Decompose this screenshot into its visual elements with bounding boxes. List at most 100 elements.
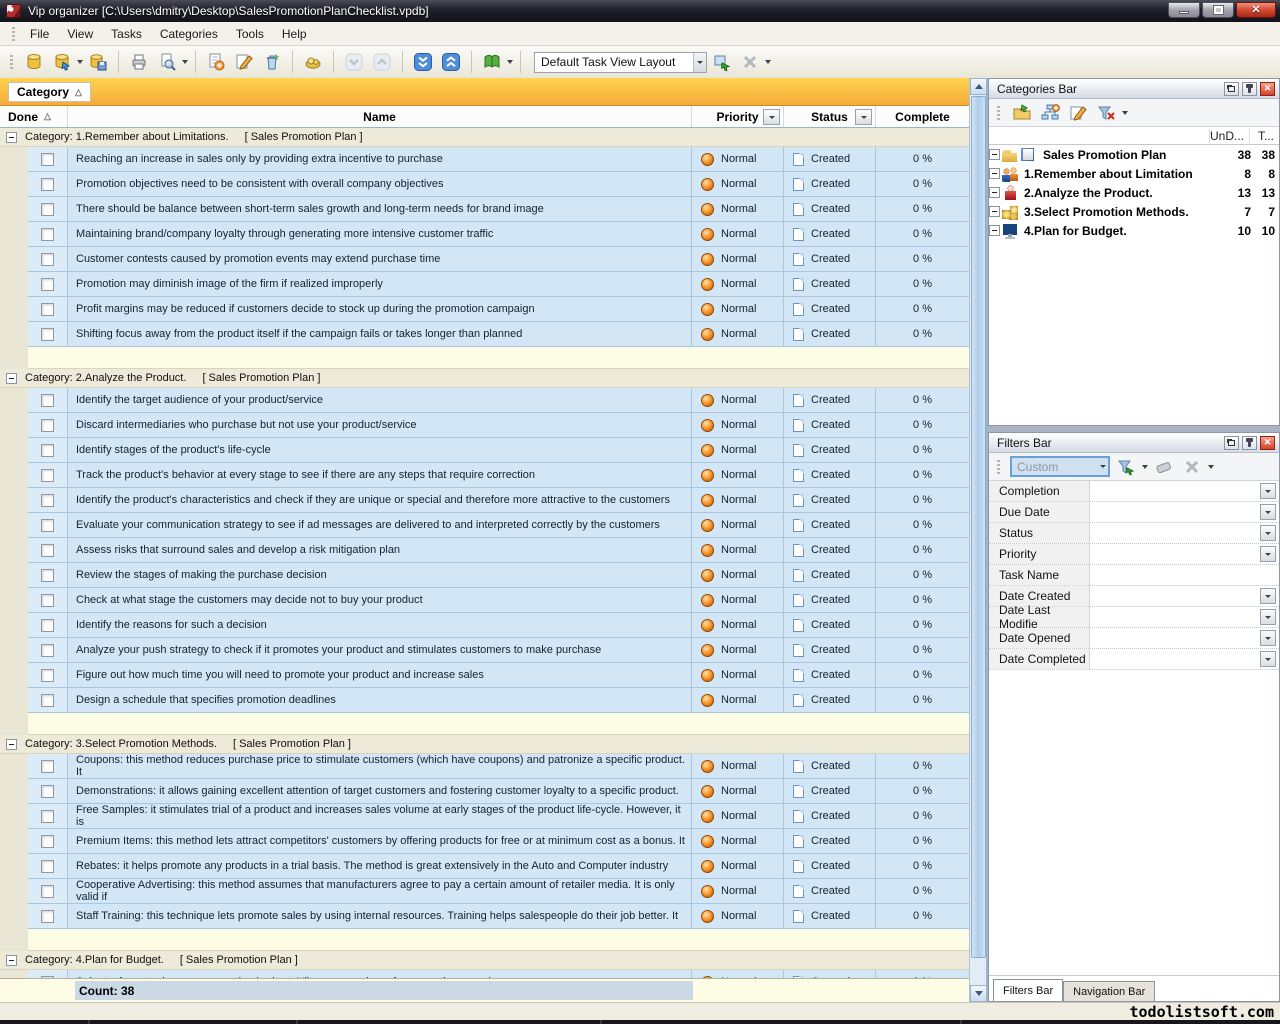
task-name-cell[interactable]: Discard intermediaries who purchase but … bbox=[68, 413, 692, 437]
task-row[interactable]: Assess risks that surround sales and dev… bbox=[28, 538, 969, 563]
task-checkbox[interactable] bbox=[41, 228, 54, 241]
filter-value-cell[interactable] bbox=[1090, 607, 1279, 627]
apply-layout-button[interactable] bbox=[709, 49, 735, 75]
task-checkbox[interactable] bbox=[41, 860, 54, 873]
move-down-button[interactable] bbox=[341, 49, 367, 75]
task-checkbox[interactable] bbox=[41, 810, 54, 823]
minimize-button[interactable] bbox=[1168, 2, 1200, 18]
task-checkbox[interactable] bbox=[41, 885, 54, 898]
task-name-cell[interactable]: Customer contests caused by promotion ev… bbox=[68, 247, 692, 271]
filter-value-cell[interactable] bbox=[1090, 565, 1279, 585]
new-subcategory-button[interactable] bbox=[1038, 102, 1062, 124]
task-row[interactable]: Maintaining brand/company loyalty throug… bbox=[28, 222, 969, 247]
filter-dropdown-button[interactable] bbox=[1260, 525, 1276, 541]
category-tree-row[interactable]: 4.Plan for Budget. 10 10 bbox=[989, 221, 1279, 240]
task-name-cell[interactable]: Promotion objectives need to be consiste… bbox=[68, 172, 692, 196]
category-group-header[interactable]: Category: 2.Analyze the Product. [ Sales… bbox=[0, 369, 969, 388]
column-header-status[interactable]: Status bbox=[784, 106, 876, 127]
task-name-cell[interactable]: Design a schedule that specifies promoti… bbox=[68, 688, 692, 712]
task-checkbox[interactable] bbox=[41, 444, 54, 457]
new-category-button[interactable] bbox=[1010, 102, 1034, 124]
filter-value-cell[interactable] bbox=[1090, 523, 1279, 543]
open-database-dropdown[interactable] bbox=[77, 60, 83, 64]
priority-filter-button[interactable] bbox=[763, 109, 780, 125]
task-checkbox[interactable] bbox=[41, 328, 54, 341]
scroll-up-button[interactable] bbox=[970, 78, 987, 95]
task-checkbox[interactable] bbox=[41, 303, 54, 316]
task-name-cell[interactable]: Identify the reasons for such a decision bbox=[68, 613, 692, 637]
collapse-expander-icon[interactable] bbox=[6, 132, 17, 143]
task-row[interactable]: Identify stages of the product's life-cy… bbox=[28, 438, 969, 463]
category-tree-row[interactable]: Sales Promotion Plan 38 38 bbox=[989, 145, 1279, 164]
category-group-header[interactable]: Category: 4.Plan for Budget. [ Sales Pro… bbox=[0, 951, 969, 970]
task-row[interactable]: Premium Items: this method lets attract … bbox=[28, 829, 969, 854]
task-name-cell[interactable]: Coupons: this method reduces purchase pr… bbox=[68, 754, 692, 778]
panel-tab[interactable]: Navigation Bar bbox=[1063, 981, 1155, 1001]
apply-filter-dropdown[interactable] bbox=[1142, 465, 1148, 469]
filter-dropdown-button[interactable] bbox=[1260, 630, 1276, 646]
task-checkbox[interactable] bbox=[41, 910, 54, 923]
panel-close-button[interactable]: ✕ bbox=[1260, 436, 1275, 450]
menu-item[interactable]: Tasks bbox=[102, 24, 151, 44]
task-row[interactable]: There should be balance between short-te… bbox=[28, 197, 969, 222]
column-header-priority[interactable]: Priority bbox=[692, 106, 784, 127]
task-name-cell[interactable]: Shifting focus away from the product its… bbox=[68, 322, 692, 346]
filter-dropdown-button[interactable] bbox=[1260, 483, 1276, 499]
scrollbar-thumb[interactable] bbox=[971, 96, 986, 958]
filter-dropdown-button[interactable] bbox=[1260, 546, 1276, 562]
group-by-category-button[interactable]: Category △ bbox=[8, 82, 91, 102]
print-button[interactable] bbox=[126, 49, 152, 75]
filters-toolbar-dropdown[interactable] bbox=[1208, 465, 1214, 469]
category-tree-row[interactable]: 2.Analyze the Product. 13 13 bbox=[989, 183, 1279, 202]
task-checkbox[interactable] bbox=[41, 519, 54, 532]
menu-item[interactable]: Categories bbox=[151, 24, 227, 44]
column-header-done[interactable]: Done △ bbox=[0, 106, 68, 127]
layout-combo[interactable]: Default Task View Layout bbox=[534, 52, 707, 73]
task-checkbox[interactable] bbox=[41, 835, 54, 848]
category-tree-row[interactable]: 1.Remember about Limitation 8 8 bbox=[989, 164, 1279, 183]
panel-pin-button[interactable] bbox=[1242, 436, 1257, 450]
task-name-cell[interactable]: Maintaining brand/company loyalty throug… bbox=[68, 222, 692, 246]
task-name-cell[interactable]: Evaluate your communication strategy to … bbox=[68, 513, 692, 537]
delete-category-button[interactable] bbox=[1094, 102, 1118, 124]
task-row[interactable]: Check at what stage the customers may de… bbox=[28, 588, 969, 613]
edit-category-button[interactable] bbox=[1066, 102, 1090, 124]
task-name-cell[interactable]: Track the product's behavior at every st… bbox=[68, 463, 692, 487]
filter-dropdown-button[interactable] bbox=[1260, 588, 1276, 604]
task-row[interactable]: Reaching an increase in sales only by pr… bbox=[28, 147, 969, 172]
task-checkbox[interactable] bbox=[41, 694, 54, 707]
open-database-button[interactable] bbox=[49, 49, 75, 75]
move-up-button[interactable] bbox=[369, 49, 395, 75]
panel-tab[interactable]: Filters Bar bbox=[993, 979, 1063, 1001]
task-row[interactable]: Review the stages of making the purchase… bbox=[28, 563, 969, 588]
collapse-all-button[interactable] bbox=[438, 49, 464, 75]
undone-column-header[interactable]: UnD... bbox=[1209, 129, 1249, 143]
task-checkbox[interactable] bbox=[41, 178, 54, 191]
task-row[interactable]: Track the product's behavior at every st… bbox=[28, 463, 969, 488]
task-checkbox[interactable] bbox=[41, 203, 54, 216]
task-row[interactable]: Shifting focus away from the product its… bbox=[28, 322, 969, 347]
task-row[interactable]: Identify the target audience of your pro… bbox=[28, 388, 969, 413]
tree-expander-icon[interactable] bbox=[989, 149, 1000, 160]
task-name-cell[interactable]: Staff Training: this technique lets prom… bbox=[68, 904, 692, 928]
task-name-cell[interactable]: Demonstrations: it allows gaining excell… bbox=[68, 779, 692, 803]
task-name-cell[interactable]: Check at what stage the customers may de… bbox=[68, 588, 692, 612]
task-row[interactable]: Customer contests caused by promotion ev… bbox=[28, 247, 969, 272]
task-name-cell[interactable]: Analyze your push strategy to check if i… bbox=[68, 638, 692, 662]
status-filter-button[interactable] bbox=[855, 109, 872, 125]
layout-combo-dropdown[interactable] bbox=[693, 53, 706, 72]
view-options-button[interactable] bbox=[479, 49, 505, 75]
task-row[interactable]: Free Samples: it stimulates trial of a p… bbox=[28, 804, 969, 829]
task-row[interactable]: Demonstrations: it allows gaining excell… bbox=[28, 779, 969, 804]
delete-task-button[interactable] bbox=[259, 49, 285, 75]
task-checkbox[interactable] bbox=[41, 594, 54, 607]
task-row[interactable]: Design a schedule that specifies promoti… bbox=[28, 688, 969, 713]
assign-resources-button[interactable] bbox=[300, 49, 326, 75]
task-name-cell[interactable]: Premium Items: this method lets attract … bbox=[68, 829, 692, 853]
task-name-cell[interactable]: Profit margins may be reduced if custome… bbox=[68, 297, 692, 321]
task-checkbox[interactable] bbox=[41, 494, 54, 507]
task-name-cell[interactable]: Cooperative Advertising: this method ass… bbox=[68, 879, 692, 903]
menu-item[interactable]: File bbox=[21, 24, 58, 44]
task-row[interactable]: Discard intermediaries who purchase but … bbox=[28, 413, 969, 438]
tree-expander-icon[interactable] bbox=[989, 225, 1000, 236]
